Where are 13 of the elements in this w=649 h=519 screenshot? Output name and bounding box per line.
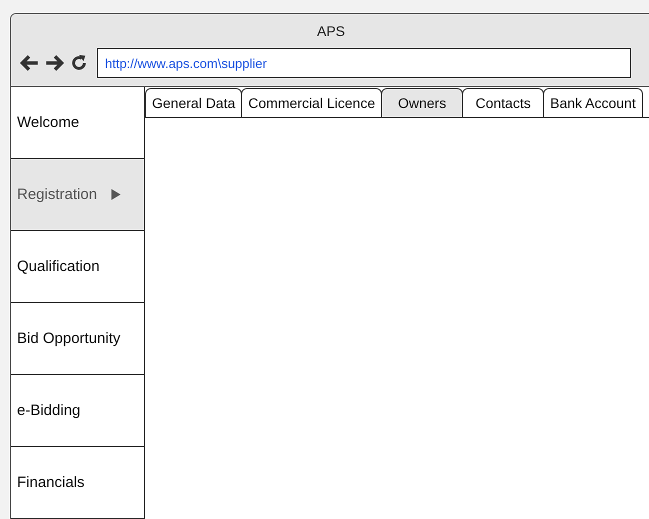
sidebar-item[interactable]: e-Bidding bbox=[11, 375, 144, 447]
sidebar-item[interactable]: Registration bbox=[11, 159, 144, 231]
reload-icon[interactable] bbox=[70, 54, 88, 72]
sidebar-item[interactable]: Qualification bbox=[11, 231, 144, 303]
tab[interactable]: Owners bbox=[381, 88, 464, 117]
sidebar-item[interactable]: Bid Opportunity bbox=[11, 303, 144, 375]
tab[interactable]: Bank Account bbox=[543, 88, 643, 117]
forward-icon[interactable] bbox=[44, 52, 66, 74]
sidebar-item[interactable]: Financials bbox=[11, 447, 144, 519]
address-field[interactable]: http://www.aps.com\supplier bbox=[97, 48, 631, 78]
back-icon[interactable] bbox=[18, 52, 40, 74]
window-title: APS bbox=[316, 22, 346, 41]
tab[interactable]: General Data bbox=[145, 88, 242, 117]
